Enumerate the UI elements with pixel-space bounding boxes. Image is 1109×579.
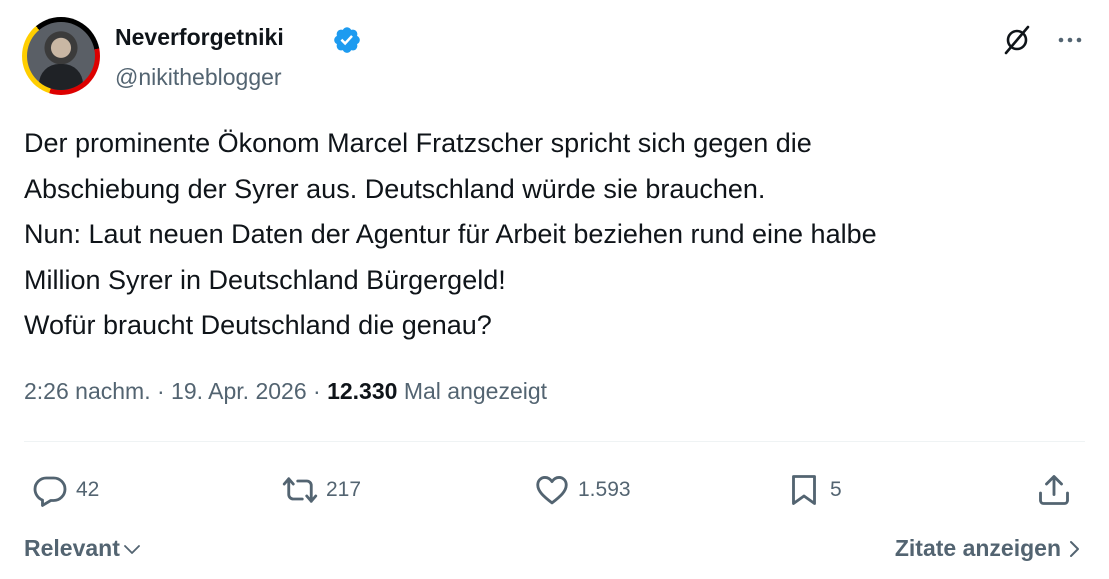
tweet-date[interactable]: 19. Apr. 2026 bbox=[171, 378, 307, 404]
share-icon bbox=[1039, 475, 1069, 505]
reply-count: 42 bbox=[76, 478, 100, 501]
view-quotes-link[interactable]: Zitate anzeigen bbox=[895, 535, 1083, 562]
like-count: 1.593 bbox=[578, 478, 631, 501]
tweet-meta: 2:26 nachm. · 19. Apr. 2026 · 12.330 Mal… bbox=[24, 378, 547, 405]
tweet-line: Der prominente Ökonom Marcel Fratzscher … bbox=[24, 128, 812, 158]
tweet-line: Wofür braucht Deutschland die genau? bbox=[24, 310, 492, 340]
like-icon bbox=[536, 475, 568, 505]
tweet-text: Der prominente Ökonom Marcel Fratzscher … bbox=[24, 121, 1094, 349]
reply-button[interactable]: 42 bbox=[32, 470, 99, 510]
avatar-photo bbox=[27, 22, 95, 90]
tweet-time[interactable]: 2:26 nachm. bbox=[24, 378, 151, 404]
meta-separator: · bbox=[306, 378, 328, 404]
tweet-line: Nun: Laut neuen Daten der Agentur für Ar… bbox=[24, 219, 877, 249]
reply-icon bbox=[33, 476, 67, 507]
chevron-right-icon bbox=[1070, 540, 1079, 557]
tweet-line: Million Syrer in Deutschland Bürgergeld! bbox=[24, 264, 506, 295]
avatar[interactable] bbox=[22, 17, 100, 95]
sort-label: Relevant bbox=[24, 535, 120, 561]
verified-badge-icon bbox=[334, 27, 360, 53]
bookmark-button[interactable]: 5 bbox=[786, 470, 842, 510]
avatar-figure bbox=[39, 64, 83, 90]
bookmark-count: 5 bbox=[830, 478, 842, 501]
bookmark-icon bbox=[792, 475, 816, 505]
chevron-down-icon bbox=[123, 544, 140, 554]
more-icon[interactable] bbox=[1054, 24, 1086, 56]
tweet-line: Abschiebung der Syrer aus. Deutschland w… bbox=[24, 173, 766, 204]
author-name[interactable]: Neverforgetniki bbox=[115, 24, 284, 51]
like-button[interactable]: 1.593 bbox=[534, 470, 631, 510]
sort-replies-button[interactable]: Relevant bbox=[24, 535, 142, 562]
quotes-label: Zitate anzeigen bbox=[894, 535, 1061, 561]
grok-icon[interactable] bbox=[1001, 24, 1033, 56]
author-handle[interactable]: @nikitheblogger bbox=[115, 64, 282, 91]
meta-separator: · bbox=[150, 378, 172, 404]
share-button[interactable] bbox=[1036, 470, 1072, 510]
views-count: 12.330 bbox=[327, 378, 398, 404]
repost-button[interactable]: 217 bbox=[282, 470, 361, 510]
repost-count: 217 bbox=[326, 478, 362, 501]
views-label: Mal angezeigt bbox=[403, 378, 548, 404]
divider bbox=[24, 441, 1085, 442]
repost-icon bbox=[282, 477, 318, 503]
